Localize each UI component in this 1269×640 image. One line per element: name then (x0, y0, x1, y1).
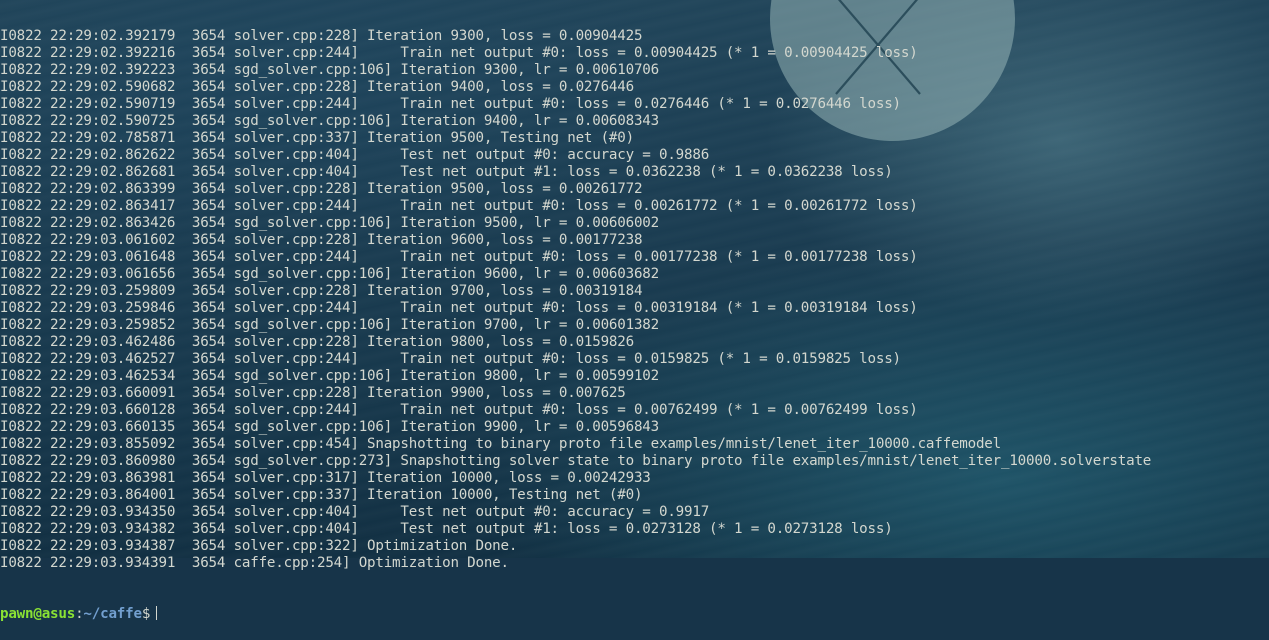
terminal-line: I0822 22:29:03.863981 3654 solver.cpp:31… (0, 470, 651, 486)
terminal-line: I0822 22:29:03.259846 3654 solver.cpp:24… (0, 300, 918, 316)
terminal-output[interactable]: I0822 22:29:02.392179 3654 solver.cpp:22… (0, 0, 1269, 640)
prompt-separator: : (75, 606, 84, 622)
terminal-line: I0822 22:29:03.061656 3654 sgd_solver.cp… (0, 266, 659, 282)
prompt-user-host: pawn@asus (0, 606, 76, 622)
terminal-line: I0822 22:29:03.934350 3654 solver.cpp:40… (0, 504, 710, 520)
terminal-line: I0822 22:29:03.462527 3654 solver.cpp:24… (0, 351, 901, 367)
terminal-line: I0822 22:29:02.590725 3654 sgd_solver.cp… (0, 113, 659, 129)
terminal-line: I0822 22:29:02.392179 3654 solver.cpp:22… (0, 28, 643, 44)
terminal-line: I0822 22:29:02.785871 3654 solver.cpp:33… (0, 130, 634, 146)
terminal-line: I0822 22:29:03.061602 3654 solver.cpp:22… (0, 232, 643, 248)
terminal-line: I0822 22:29:03.660091 3654 solver.cpp:22… (0, 385, 626, 401)
terminal-line: I0822 22:29:02.590719 3654 solver.cpp:24… (0, 96, 901, 112)
terminal-line: I0822 22:29:02.863417 3654 solver.cpp:24… (0, 198, 918, 214)
terminal-line: I0822 22:29:02.590682 3654 solver.cpp:22… (0, 79, 634, 95)
terminal-line: I0822 22:29:03.259809 3654 solver.cpp:22… (0, 283, 643, 299)
terminal-line: I0822 22:29:02.392223 3654 sgd_solver.cp… (0, 62, 659, 78)
terminal-line: I0822 22:29:03.660128 3654 solver.cpp:24… (0, 402, 918, 418)
terminal-line: I0822 22:29:02.862622 3654 solver.cpp:40… (0, 147, 710, 163)
terminal-line: I0822 22:29:03.934382 3654 solver.cpp:40… (0, 521, 893, 537)
terminal-line: I0822 22:29:03.061648 3654 solver.cpp:24… (0, 249, 918, 265)
prompt-path: ~/caffe (83, 606, 142, 622)
terminal-line: I0822 22:29:02.862681 3654 solver.cpp:40… (0, 164, 893, 180)
terminal-line: I0822 22:29:03.934387 3654 solver.cpp:32… (0, 538, 518, 554)
terminal-log: I0822 22:29:02.392179 3654 solver.cpp:22… (0, 28, 1269, 572)
terminal-line: I0822 22:29:03.864001 3654 solver.cpp:33… (0, 487, 643, 503)
text-cursor (156, 606, 158, 620)
terminal-line: I0822 22:29:02.863426 3654 sgd_solver.cp… (0, 215, 659, 231)
terminal-line: I0822 22:29:03.860980 3654 sgd_solver.cp… (0, 453, 1152, 469)
terminal-line: I0822 22:29:02.392216 3654 solver.cpp:24… (0, 45, 918, 61)
terminal-line: I0822 22:29:03.462534 3654 sgd_solver.cp… (0, 368, 659, 384)
prompt-symbol: $ (141, 606, 151, 622)
terminal-line: I0822 22:29:03.855092 3654 solver.cpp:45… (0, 436, 1001, 452)
terminal-line: I0822 22:29:03.462486 3654 solver.cpp:22… (0, 334, 634, 350)
terminal-line: I0822 22:29:02.863399 3654 solver.cpp:22… (0, 181, 643, 197)
terminal-line: I0822 22:29:03.660135 3654 sgd_solver.cp… (0, 419, 659, 435)
shell-prompt-line[interactable]: pawn@asus:~/caffe$ (0, 606, 1269, 623)
terminal-line: I0822 22:29:03.259852 3654 sgd_solver.cp… (0, 317, 659, 333)
